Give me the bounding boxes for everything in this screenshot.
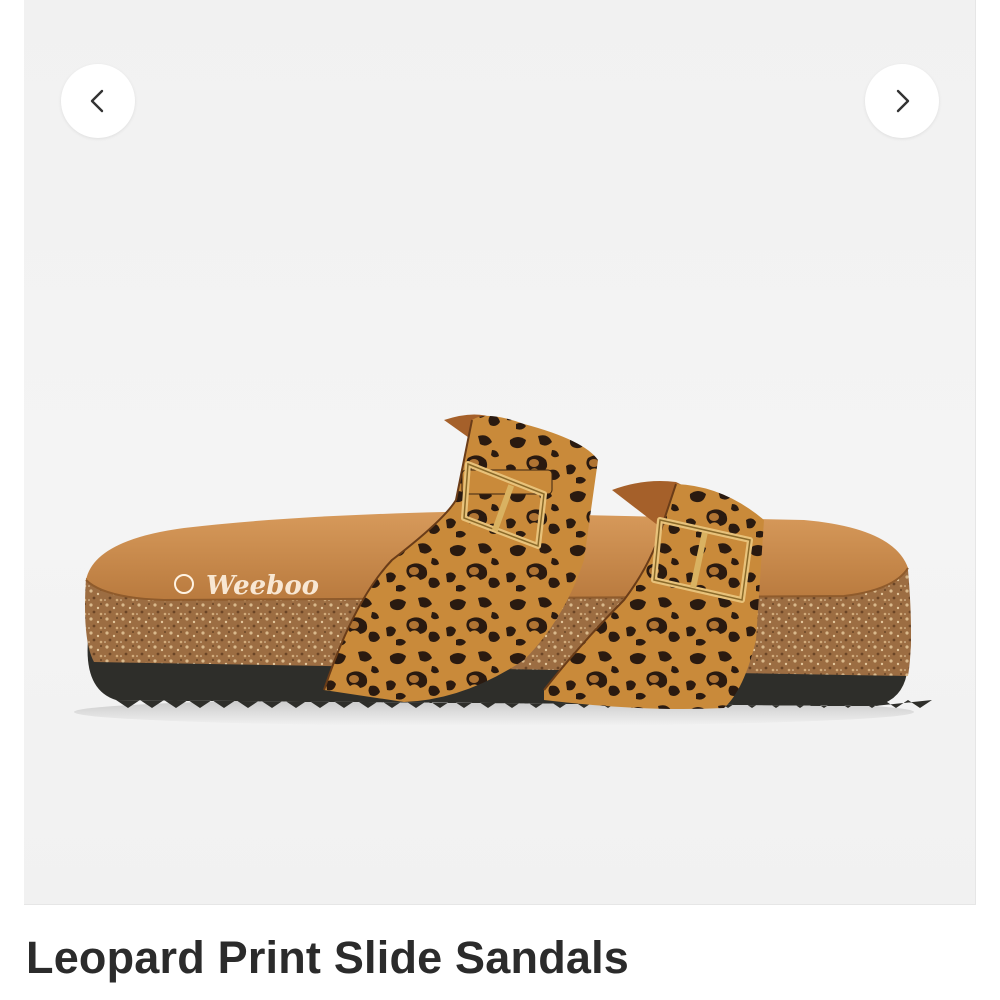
previous-image-button[interactable] [61, 64, 135, 138]
svg-text:Weeboo: Weeboo [206, 571, 319, 601]
product-title: Leopard Print Slide Sandals [26, 932, 630, 983]
product-image: Weeboo [74, 414, 932, 726]
next-image-button[interactable] [865, 64, 939, 138]
product-page: Weeboo Leopard Print Slide Sandals [0, 0, 1000, 1000]
chevron-right-icon [896, 89, 910, 113]
chevron-left-icon [90, 89, 104, 113]
product-image-gallery[interactable]: Weeboo [24, 0, 976, 905]
